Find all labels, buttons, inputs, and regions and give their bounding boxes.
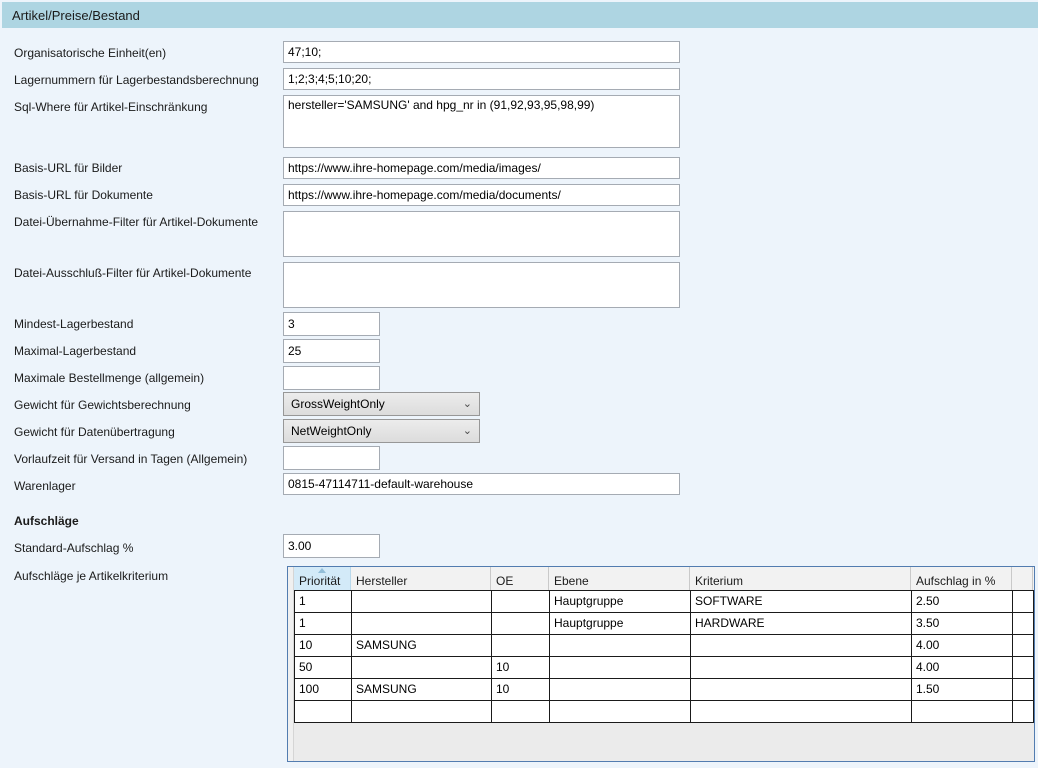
grid-cell[interactable] xyxy=(352,701,492,723)
lagernummern-input[interactable] xyxy=(283,68,680,90)
aufschlaege-kriterium-grid: PrioritätHerstellerOEEbeneKriteriumAufsc… xyxy=(287,566,1035,762)
grid-cell[interactable]: 1.50 xyxy=(912,679,1013,701)
grid-cell[interactable] xyxy=(691,701,912,723)
grid-cell[interactable]: 2.50 xyxy=(912,591,1013,613)
organisatorische-einheiten-input[interactable] xyxy=(283,41,680,63)
label-standard-aufschlag: Standard-Aufschlag % xyxy=(14,541,133,555)
ausschluss-filter-textarea[interactable] xyxy=(283,262,680,308)
uebernahme-filter-textarea[interactable] xyxy=(283,211,680,257)
label-maximale-bestellmenge: Maximale Bestellmenge (allgemein) xyxy=(14,371,204,385)
sort-ascending-icon xyxy=(318,568,326,573)
label-sql-where: Sql-Where für Artikel-Einschränkung xyxy=(14,100,207,114)
grid-cell[interactable] xyxy=(550,701,691,723)
gewicht-gewichtsberechnung-select[interactable]: GrossWeightOnly ⌄ xyxy=(283,392,480,416)
grid-cell[interactable]: 1 xyxy=(295,613,352,635)
grid-cell[interactable] xyxy=(492,701,550,723)
grid-cell[interactable]: Hauptgruppe xyxy=(550,591,691,613)
label-gewicht-datenuebertragung: Gewicht für Datenübertragung xyxy=(14,425,175,439)
chevron-down-icon: ⌄ xyxy=(463,426,472,437)
grid-column-header[interactable]: Aufschlag in % xyxy=(911,567,1012,590)
maximale-bestellmenge-input[interactable] xyxy=(283,366,380,390)
sql-where-textarea[interactable]: hersteller='SAMSUNG' and hpg_nr in (91,9… xyxy=(283,95,680,148)
grid-cell[interactable] xyxy=(352,613,492,635)
grid-cell[interactable]: 4.00 xyxy=(912,657,1013,679)
table-row xyxy=(294,701,1034,723)
grid-cell[interactable]: 100 xyxy=(295,679,352,701)
label-mindest-lagerbestand: Mindest-Lagerbestand xyxy=(14,317,133,331)
grid-header-row: PrioritätHerstellerOEEbeneKriteriumAufsc… xyxy=(294,567,1034,591)
criteria-grid-rows: 1 HauptgruppeSOFTWARE2.50 1 HauptgruppeHARD… xyxy=(294,591,1034,723)
label-uebernahme-filter: Datei-Übernahme-Filter für Artikel-Dokum… xyxy=(14,215,258,229)
grid-cell[interactable] xyxy=(550,679,691,701)
label-vorlaufzeit: Vorlaufzeit für Versand in Tagen (Allgem… xyxy=(14,452,247,466)
gewicht-datenuebertragung-select[interactable]: NetWeightOnly ⌄ xyxy=(283,419,480,443)
table-row: 100SAMSUNG10 1.50 xyxy=(294,679,1034,701)
label-aufschlaege-je-artikelkriterium: Aufschläge je Artikelkriterium xyxy=(14,569,168,583)
grid-cell[interactable] xyxy=(1013,635,1034,657)
grid-cell[interactable]: 10 xyxy=(492,679,550,701)
grid-cell[interactable]: 4.00 xyxy=(912,635,1013,657)
grid-cell[interactable]: HARDWARE xyxy=(691,613,912,635)
grid-cell[interactable] xyxy=(295,701,352,723)
maximal-lagerbestand-input[interactable] xyxy=(283,339,380,363)
chevron-down-icon: ⌄ xyxy=(463,399,472,410)
gewicht-datenuebertragung-selected-value: NetWeightOnly xyxy=(291,424,371,438)
grid-cell[interactable]: SAMSUNG xyxy=(352,635,492,657)
grid-cell[interactable] xyxy=(492,613,550,635)
grid-column-header[interactable]: OE xyxy=(491,567,549,590)
grid-cell[interactable] xyxy=(1013,613,1034,635)
grid-cell[interactable]: 3.50 xyxy=(912,613,1013,635)
grid-column-header-blank xyxy=(1012,567,1033,590)
grid-column-header[interactable]: Ebene xyxy=(549,567,690,590)
grid-cell[interactable]: SOFTWARE xyxy=(691,591,912,613)
label-basis-url-dokumente: Basis-URL für Dokumente xyxy=(14,188,153,202)
grid-cell[interactable] xyxy=(1013,701,1034,723)
label-gewicht-gewichtsberechnung: Gewicht für Gewichtsberechnung xyxy=(14,398,191,412)
table-row: 50 10 4.00 xyxy=(294,657,1034,679)
standard-aufschlag-input[interactable] xyxy=(283,534,380,558)
grid-cell[interactable] xyxy=(492,591,550,613)
table-row: 10SAMSUNG 4.00 xyxy=(294,635,1034,657)
grid-cell[interactable] xyxy=(1013,657,1034,679)
label-maximal-lagerbestand: Maximal-Lagerbestand xyxy=(14,344,136,358)
grid-cell[interactable]: 1 xyxy=(295,591,352,613)
label-warenlager: Warenlager xyxy=(14,479,76,493)
section-title-aufschlaege: Aufschläge xyxy=(14,514,79,528)
grid-column-header[interactable]: Priorität xyxy=(294,567,351,590)
grid-column-header[interactable]: Hersteller xyxy=(351,567,491,590)
basis-url-dokumente-input[interactable] xyxy=(283,184,680,206)
label-lagernummern: Lagernummern für Lagerbestandsberechnung xyxy=(14,73,259,87)
grid-cell[interactable] xyxy=(912,701,1013,723)
basis-url-bilder-input[interactable] xyxy=(283,157,680,179)
label-organisatorische-einheiten: Organisatorische Einheit(en) xyxy=(14,46,166,60)
table-row: 1 HauptgruppeSOFTWARE2.50 xyxy=(294,591,1034,613)
grid-cell[interactable]: 10 xyxy=(295,635,352,657)
grid-cell[interactable]: 50 xyxy=(295,657,352,679)
label-ausschluss-filter: Datei-Ausschluß-Filter für Artikel-Dokum… xyxy=(14,266,251,280)
grid-cell[interactable] xyxy=(1013,679,1034,701)
label-basis-url-bilder: Basis-URL für Bilder xyxy=(14,161,122,175)
grid-cell[interactable] xyxy=(691,657,912,679)
vorlaufzeit-input[interactable] xyxy=(283,446,380,470)
grid-cell[interactable] xyxy=(691,679,912,701)
grid-cell[interactable] xyxy=(550,635,691,657)
grid-cell[interactable] xyxy=(1013,591,1034,613)
gewicht-gewichtsberechnung-selected-value: GrossWeightOnly xyxy=(291,397,385,411)
grid-column-header[interactable]: Kriterium xyxy=(690,567,911,590)
grid-cell[interactable]: Hauptgruppe xyxy=(550,613,691,635)
grid-cell[interactable] xyxy=(352,591,492,613)
mindest-lagerbestand-input[interactable] xyxy=(283,312,380,336)
window-titlebar: Artikel/Preise/Bestand xyxy=(2,2,1038,28)
grid-cell[interactable] xyxy=(691,635,912,657)
page-title: Artikel/Preise/Bestand xyxy=(2,8,140,23)
grid-cell[interactable] xyxy=(550,657,691,679)
grid-cell[interactable] xyxy=(352,657,492,679)
warenlager-input[interactable] xyxy=(283,473,680,495)
table-row: 1 HauptgruppeHARDWARE3.50 xyxy=(294,613,1034,635)
grid-cell[interactable]: SAMSUNG xyxy=(352,679,492,701)
grid-cell[interactable]: 10 xyxy=(492,657,550,679)
grid-cell[interactable] xyxy=(492,635,550,657)
